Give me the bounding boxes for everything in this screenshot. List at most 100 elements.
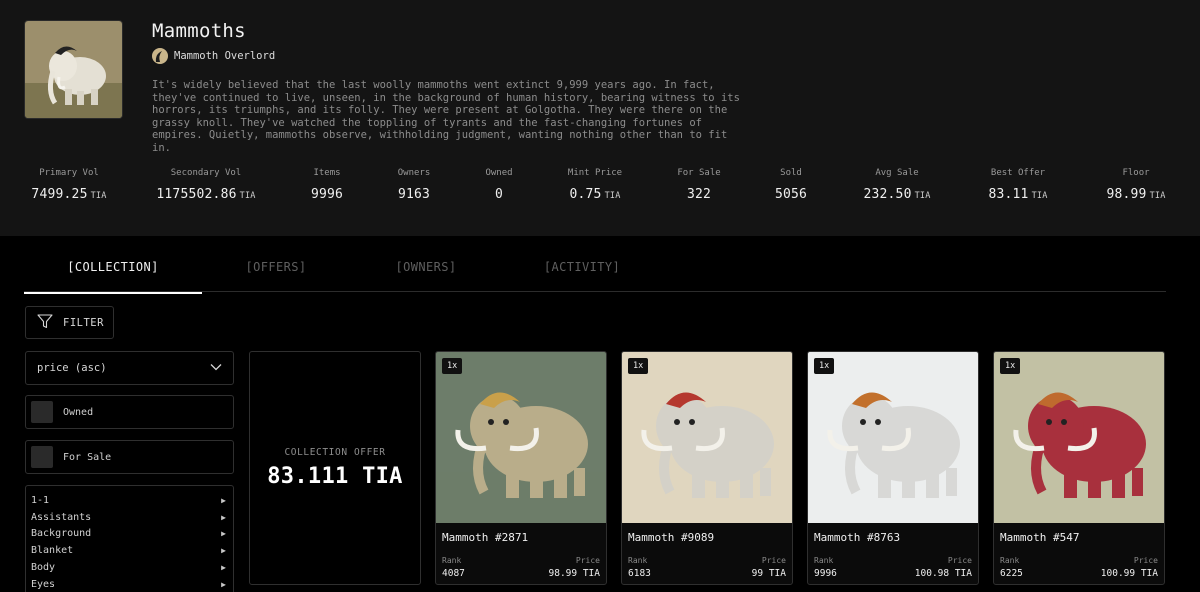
tab-activity[interactable]: [ACTIVITY] [502,242,662,292]
nft-name: Mammoth #2871 [442,531,529,544]
nft-image [622,352,792,523]
caret-right-icon: ▶ [221,495,226,505]
stat-label: For Sale [677,168,721,178]
nft-meta: Rank 6225 Price 100.99 TIA [1000,556,1158,579]
filter-label: FILTER [63,316,104,329]
quantity-badge: 1x [1000,358,1021,374]
stat-value: 0.75 [569,187,602,202]
nft-card[interactable]: 1x Mammoth #8763 Rank 9996 Price 100.98 TI… [807,351,979,585]
caret-right-icon: ▶ [221,529,226,539]
trait-label: Assistants [31,511,92,523]
trait-label: Background [31,528,92,540]
stat-items: Items 9996 [297,168,357,202]
stat-primary-vol: Primary Vol 7499.25 TIA [14,168,124,202]
stat-unit: TIA [604,191,621,201]
owned-checkbox[interactable] [31,401,53,423]
nft-meta: Rank 9996 Price 100.98 TIA [814,556,972,579]
collection-header: Mammoths Mammoth Overlord It's widely be… [0,0,1200,236]
stat-secondary-vol: Secondary Vol 1175502.86 TIA [150,168,262,202]
caret-right-icon: ▶ [221,579,226,589]
rank-label: Rank [628,556,648,565]
trait-item-background[interactable]: Background ▶ [31,526,226,543]
creator-link[interactable]: Mammoth Overlord [152,48,275,64]
trait-item-assistants[interactable]: Assistants ▶ [31,509,226,526]
stat-unit: TIA [914,191,931,201]
price-label: Price [761,556,786,565]
caret-right-icon: ▶ [221,563,226,573]
price-value: 100.99 TIA [1100,568,1158,579]
stats-bar: Primary Vol 7499.25 TIA Secondary Vol 117… [0,168,1200,208]
trait-item-eyes[interactable]: Eyes ▶ [31,576,226,592]
price-value: 99 TIA [751,568,786,579]
stat-owners: Owners 9163 [384,168,444,202]
stat-label: Sold [780,168,802,178]
quantity-badge: 1x [628,358,649,374]
chevron-down-icon [210,362,222,374]
tab-owners[interactable]: [OWNERS] [352,242,500,292]
quantity-badge: 1x [442,358,463,374]
caret-right-icon: ▶ [221,546,226,556]
trait-label: Body [31,562,56,574]
tab-collection[interactable]: [COLLECTION] [24,242,202,294]
tab-offers[interactable]: [OFFERS] [202,242,350,292]
collection-description: It's widely believed that the last wooll… [152,79,740,154]
tab-bar: [COLLECTION] [OFFERS] [OWNERS] [ACTIVITY… [24,242,1166,294]
collection-offer-label: COLLECTION OFFER [284,447,386,458]
collection-offer-card[interactable]: COLLECTION OFFER 83.111 TIA [249,351,421,585]
sort-value: price (asc) [37,362,107,374]
price-label: Price [947,556,972,565]
for-sale-label: For Sale [63,451,112,463]
collection-title: Mammoths [152,20,246,42]
trait-item-body[interactable]: Body ▶ [31,559,226,576]
stat-label: Floor [1122,168,1150,178]
rank-value: 4087 [442,568,465,579]
sort-select[interactable]: price (asc) [25,351,234,385]
collection-offer-value: 83.111 TIA [267,464,403,489]
stat-unit: TIA [239,191,256,201]
stat-value: 9996 [310,187,344,202]
filter-icon [37,313,53,332]
stat-owned: Owned 0 [469,168,529,202]
stat-label: Owners [397,168,431,178]
stat-value: 322 [686,187,712,202]
trait-item-1-1[interactable]: 1-1 ▶ [31,492,226,509]
creator-name: Mammoth Overlord [174,50,276,62]
rank-value: 9996 [814,568,837,579]
filter-button[interactable]: FILTER [25,306,114,339]
stat-value: 7499.25 [31,187,88,202]
nft-image [436,352,606,523]
stat-best-offer: Best Offer 83.11 TIA [978,168,1058,202]
trait-label: Blanket [31,545,74,557]
stat-label: Owned [485,168,513,178]
owned-label: Owned [63,406,94,418]
quantity-badge: 1x [814,358,835,374]
nft-image [994,352,1164,523]
nft-meta: Rank 6183 Price 99 TIA [628,556,786,579]
stat-value: 5056 [774,187,808,202]
trait-item-blanket[interactable]: Blanket ▶ [31,542,226,559]
price-label: Price [575,556,600,565]
for-sale-checkbox[interactable] [31,446,53,468]
stat-label: Best Offer [990,168,1046,178]
collection-avatar [24,20,123,119]
stat-floor: Floor 98.99 TIA [1096,168,1176,202]
rank-value: 6225 [1000,568,1023,579]
nft-card[interactable]: 1x Mammoth #547 Rank 6225 Price 100.99 TIA [993,351,1165,585]
stat-value: 0 [494,187,504,202]
stat-value: 9163 [397,187,431,202]
stat-label: Items [313,168,341,178]
price-label: Price [1133,556,1158,565]
stat-avg-sale: Avg Sale 232.50 TIA [852,168,942,202]
stat-value: 83.11 [988,187,1029,202]
nft-card[interactable]: 1x Mammoth #2871 Rank 4087 Price 98.99 TIA [435,351,607,585]
rank-label: Rank [1000,556,1020,565]
creator-avatar [152,48,168,64]
for-sale-toggle[interactable]: For Sale [25,440,234,474]
trait-label: 1-1 [31,494,50,506]
owned-toggle[interactable]: Owned [25,395,234,429]
stat-value: 1175502.86 [156,187,237,202]
rank-value: 6183 [628,568,651,579]
nft-card[interactable]: 1x Mammoth #9089 Rank 6183 Price 99 TIA [621,351,793,585]
stat-label: Primary Vol [39,168,99,178]
stat-unit: TIA [1031,191,1048,201]
